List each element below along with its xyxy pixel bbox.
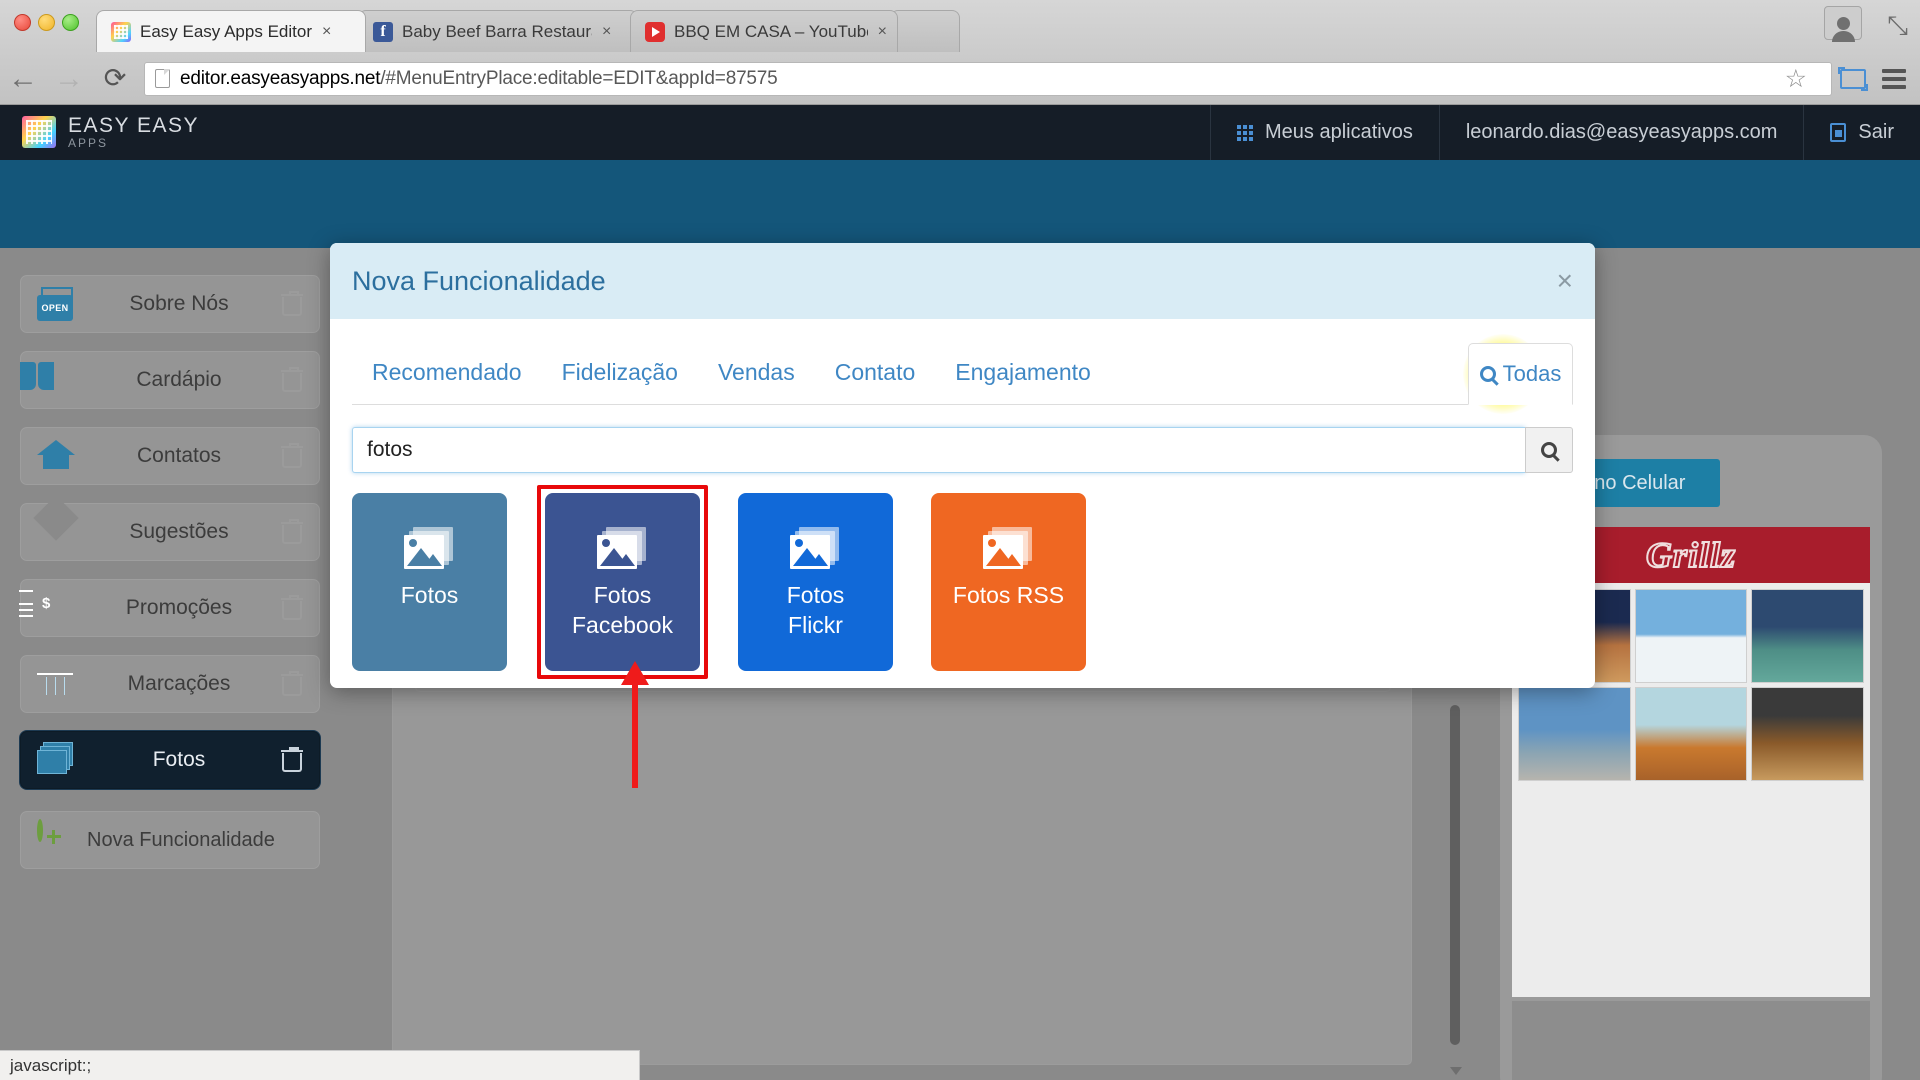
tile-fotos-rss[interactable]: Fotos RSS [931, 493, 1086, 671]
modal-header: Nova Funcionalidade × [330, 243, 1595, 319]
photos-icon [983, 527, 1035, 573]
tab-title: BBQ EM CASA – YouTube [674, 22, 868, 42]
toolbar-icons [1840, 69, 1920, 89]
forward-button[interactable]: → [46, 64, 92, 94]
url-bar[interactable]: editor.easyeasyapps.net/#MenuEntryPlace:… [144, 62, 1832, 96]
modal-tabs: Recomendado Fidelização Vendas Contato E… [352, 319, 1573, 405]
browser-status-bar: javascript:; [0, 1050, 640, 1080]
tile-fotos[interactable]: Fotos [352, 493, 507, 671]
search-icon [1480, 366, 1496, 382]
search-button[interactable] [1525, 427, 1573, 473]
url-domain: editor.easyeasyapps.net [180, 68, 380, 89]
tile-label: Fotos Flickr [738, 581, 893, 641]
window-traffic-lights[interactable] [14, 14, 79, 31]
browser-tab-0[interactable]: Easy Easy Apps Editor × [96, 10, 366, 52]
tile-fotos-facebook[interactable]: Fotos Facebook [545, 493, 700, 671]
search-icon [1541, 442, 1557, 458]
tile-fotos-flickr[interactable]: Fotos Flickr [738, 493, 893, 671]
youtube-icon [645, 22, 665, 42]
browser-omnibar: ← → ⟳ editor.easyeasyapps.net/#MenuEntry… [0, 52, 1920, 105]
tab-fidelizacao[interactable]: Fidelização [542, 359, 698, 404]
red-up-arrow-annotation [632, 683, 638, 788]
close-window-button[interactable] [14, 14, 31, 31]
tab-engajamento[interactable]: Engajamento [935, 359, 1111, 404]
cast-icon[interactable] [1840, 69, 1866, 89]
back-button[interactable]: ← [0, 64, 46, 94]
search-input[interactable] [352, 427, 1525, 473]
new-tab-button[interactable] [890, 10, 960, 52]
bookmark-star-icon[interactable]: ☆ [1785, 64, 1807, 94]
url-text: editor.easyeasyapps.net/#MenuEntryPlace:… [180, 68, 778, 90]
close-icon[interactable]: × [878, 23, 887, 41]
tile-label: Fotos RSS [931, 581, 1086, 611]
feature-search-row [352, 427, 1573, 473]
avatar [1837, 17, 1850, 30]
tile-label: Fotos [352, 581, 507, 611]
new-feature-modal: Nova Funcionalidade × Recomendado Fideli… [330, 243, 1595, 688]
tab-todas-label: Todas [1503, 361, 1562, 387]
profile-avatar-icon[interactable] [1824, 6, 1862, 40]
url-path: /#MenuEntryPlace:editable=EDIT&appId=875… [380, 68, 777, 89]
close-icon[interactable]: × [602, 23, 611, 41]
browser-tabstrip: Easy Easy Apps Editor × f Baby Beef Barr… [0, 0, 1920, 52]
easy-easy-apps-icon [111, 22, 131, 42]
browser-tab-1[interactable]: f Baby Beef Barra Restaurant × [358, 10, 638, 52]
tab-todas[interactable]: Todas [1468, 343, 1573, 405]
browser-chrome: Easy Easy Apps Editor × f Baby Beef Barr… [0, 0, 1920, 105]
hamburger-menu-icon[interactable] [1882, 69, 1906, 89]
photos-icon [790, 527, 842, 573]
close-icon[interactable]: × [1557, 265, 1573, 297]
tab-title: Baby Beef Barra Restaurant [402, 22, 592, 42]
photos-icon [597, 527, 649, 573]
reload-button[interactable]: ⟳ [92, 65, 138, 92]
tab-recomendado[interactable]: Recomendado [352, 359, 542, 404]
minimize-window-button[interactable] [38, 14, 55, 31]
feature-tiles: Fotos Fotos Facebook [352, 493, 1573, 671]
browser-tab-2[interactable]: BBQ EM CASA – YouTube × [630, 10, 898, 52]
expand-icon[interactable]: ⤡ [1887, 10, 1908, 42]
tab-vendas[interactable]: Vendas [698, 359, 815, 404]
page-info-icon [155, 69, 170, 88]
modal-body: Recomendado Fidelização Vendas Contato E… [330, 319, 1595, 671]
maximize-window-button[interactable] [62, 14, 79, 31]
app-viewport: EASY EASY APPS Meus aplicativos leonardo… [0, 105, 1920, 1080]
modal-title: Nova Funcionalidade [352, 266, 606, 297]
close-icon[interactable]: × [322, 23, 331, 41]
tile-label: Fotos Facebook [545, 581, 700, 641]
tab-contato[interactable]: Contato [815, 359, 936, 404]
facebook-icon: f [373, 22, 393, 42]
tab-title: Easy Easy Apps Editor [140, 22, 312, 42]
status-bar-text: javascript:; [10, 1056, 91, 1076]
photos-icon [404, 527, 456, 573]
